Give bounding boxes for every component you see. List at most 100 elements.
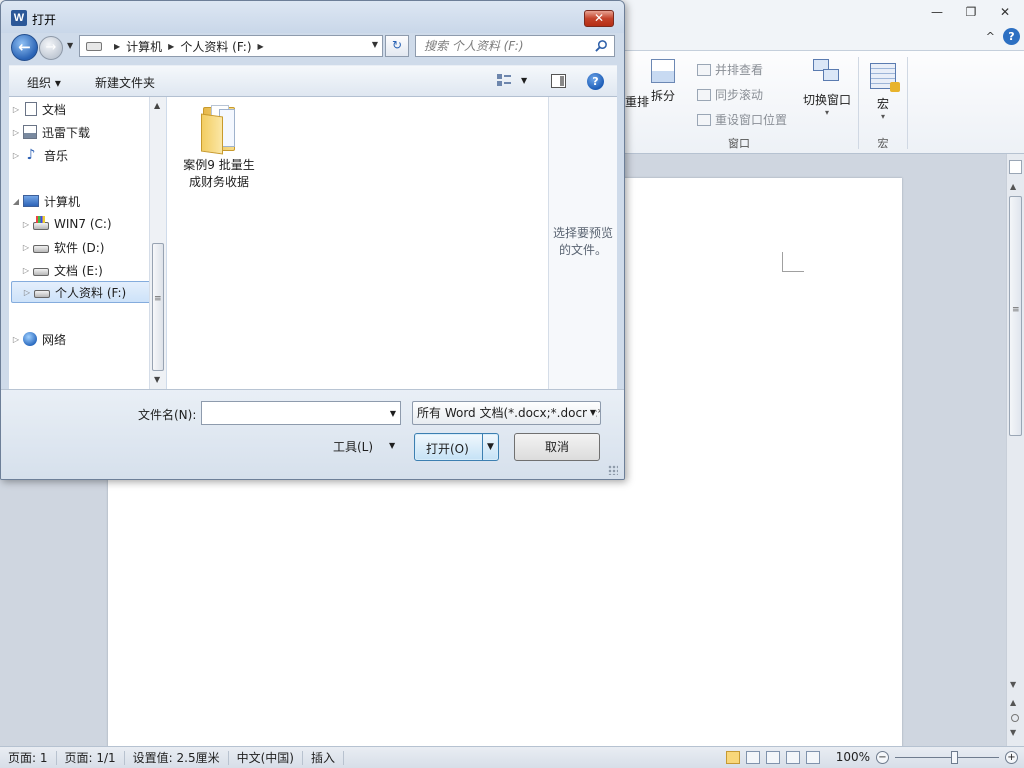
open-options-dropdown-icon[interactable]: ▼ (482, 434, 498, 460)
nav-item-downloads[interactable]: ▷ 迅雷下载 (9, 121, 149, 143)
scroll-down-icon[interactable]: ▼ (1010, 680, 1016, 689)
status-language[interactable]: 中文(中国) (229, 750, 303, 765)
sync-scroll-button[interactable]: 同步滚动 (697, 86, 763, 103)
status-page-count[interactable]: 页面: 1/1 (57, 750, 125, 765)
status-setting[interactable]: 设置值: 2.5厘米 (125, 750, 229, 765)
folder-item[interactable]: 案例9 批量生成财务收据 (181, 103, 257, 191)
preview-pane-icon[interactable] (551, 74, 566, 88)
zoom-in-icon[interactable]: + (1005, 750, 1018, 764)
open-button-label: 打开(O) (426, 442, 469, 456)
nav-item-drive-f[interactable]: ▷ 个人资料 (F:) (11, 281, 151, 303)
open-button[interactable]: 打开(O) ▼ (414, 433, 499, 461)
nav-item-computer[interactable]: ◢ 计算机 (9, 190, 149, 212)
side-by-side-button[interactable]: 并排查看 (697, 61, 763, 78)
collapse-ribbon-icon[interactable]: ^ (986, 30, 995, 43)
next-page-icon[interactable]: ▼ (1010, 728, 1016, 737)
organize-button[interactable]: 组织 ▾ (27, 74, 61, 91)
expand-triangle-icon[interactable]: ▷ (9, 105, 23, 114)
view-options-dropdown-icon[interactable]: ▼ (521, 76, 527, 85)
address-dropdown-icon[interactable]: ▼ (372, 40, 378, 49)
expand-triangle-icon[interactable]: ▷ (9, 128, 23, 137)
draft-view-icon[interactable] (805, 750, 820, 764)
scroll-down-icon[interactable]: ▼ (154, 375, 160, 384)
nav-item-drive-d[interactable]: ▷ 软件 (D:) (9, 236, 149, 258)
status-page[interactable]: 页面: 1 (0, 750, 57, 765)
preview-pane: 选择要预览的文件。 (548, 97, 617, 389)
reset-position-icon (697, 113, 711, 126)
zoom-slider[interactable] (895, 750, 999, 764)
drive-icon (33, 245, 49, 253)
previous-page-icon[interactable]: ▲ (1010, 698, 1016, 707)
outline-view-icon[interactable] (785, 750, 800, 764)
zoom-out-icon[interactable]: − (876, 750, 889, 764)
dialog-close-button[interactable]: ✕ (584, 10, 614, 27)
breadcrumb-drive-f[interactable]: 个人资料 (F:) (180, 38, 251, 55)
web-layout-icon[interactable] (765, 750, 780, 764)
filename-combobox[interactable]: ▼ (201, 401, 401, 425)
zoom-level[interactable]: 100% (836, 750, 870, 764)
expand-triangle-icon[interactable]: ▷ (20, 288, 34, 297)
scroll-thumb[interactable] (152, 243, 164, 371)
minimize-button[interactable]: — (926, 2, 948, 22)
search-input[interactable] (416, 36, 592, 56)
nav-item-drive-e[interactable]: ▷ 文档 (E:) (9, 259, 149, 281)
split-icon (651, 59, 675, 83)
chevron-right-icon[interactable]: ▶ (168, 42, 174, 51)
folder-icon (199, 103, 239, 155)
nav-item-documents[interactable]: ▷ 文档 (9, 98, 149, 120)
search-icon[interactable] (595, 39, 608, 52)
group-label-macro: 宏 (877, 137, 889, 150)
help-icon[interactable]: ? (587, 73, 604, 90)
expand-triangle-icon[interactable]: ▷ (9, 151, 23, 160)
refresh-button[interactable]: ↻ (385, 35, 409, 57)
filetype-value: 所有 Word 文档(*.docx;*.docm;*.dotx;*.dotm;*… (417, 406, 600, 420)
recent-pages-dropdown-icon[interactable]: ▼ (67, 41, 73, 50)
tools-dropdown-icon[interactable]: ▼ (389, 441, 395, 450)
arrange-all-button[interactable]: 重排 (625, 93, 649, 110)
chevron-right-icon[interactable]: ▶ (258, 42, 264, 51)
expand-triangle-icon[interactable]: ▷ (9, 335, 23, 344)
resize-grip-icon[interactable] (608, 465, 618, 475)
dialog-title: 打开 (32, 13, 57, 27)
scroll-thumb[interactable] (1009, 196, 1022, 436)
cancel-button[interactable]: 取消 (514, 433, 600, 461)
restore-button[interactable]: ❐ (960, 2, 982, 22)
zoom-slider-thumb[interactable] (951, 750, 958, 764)
nav-item-music[interactable]: ▷ ♪ 音乐 (9, 144, 149, 166)
collapse-triangle-icon[interactable]: ◢ (9, 197, 23, 206)
filetype-select[interactable]: 所有 Word 文档(*.docx;*.docm;*.dotx;*.dotm;*… (412, 401, 601, 425)
nav-item-network[interactable]: ▷ 网络 (9, 328, 149, 350)
split-button[interactable]: 拆分 (648, 59, 678, 104)
print-layout-view-icon[interactable] (725, 750, 740, 764)
status-insert-mode[interactable]: 插入 (303, 750, 345, 765)
macro-button[interactable]: 宏 ▾ (868, 63, 900, 121)
ruler-toggle-icon[interactable] (1009, 160, 1022, 174)
nav-pane-scrollbar[interactable]: ▲ ▼ (149, 97, 166, 389)
new-folder-button[interactable]: 新建文件夹 (95, 74, 155, 91)
expand-triangle-icon[interactable]: ▷ (19, 220, 33, 229)
select-browse-object-icon[interactable] (1011, 714, 1019, 722)
scroll-up-icon[interactable]: ▲ (1010, 182, 1016, 191)
tools-button[interactable]: 工具(L) (333, 438, 373, 455)
forward-button[interactable]: → (39, 36, 63, 60)
filename-input[interactable] (202, 402, 382, 424)
change-view-icon[interactable] (497, 74, 511, 87)
nav-item-drive-c[interactable]: ▷ WIN7 (C:) (9, 213, 149, 235)
scroll-up-icon[interactable]: ▲ (154, 101, 160, 110)
chevron-right-icon[interactable]: ▶ (114, 42, 120, 51)
filetype-dropdown-icon[interactable]: ▼ (586, 402, 596, 424)
full-screen-reading-icon[interactable] (745, 750, 760, 764)
address-bar[interactable]: ▶ 计算机 ▶ 个人资料 (F:) ▶ ▼ (79, 35, 383, 57)
switch-window-button[interactable]: 切换窗口 ▾ (801, 59, 853, 117)
close-window-button[interactable]: ✕ (994, 2, 1016, 22)
expand-triangle-icon[interactable]: ▷ (19, 243, 33, 252)
breadcrumb-computer[interactable]: 计算机 (126, 38, 162, 55)
vertical-scrollbar[interactable]: ▲ ▼ ▲ ▼ (1006, 154, 1024, 746)
expand-triangle-icon[interactable]: ▷ (19, 266, 33, 275)
back-button[interactable]: ← (11, 34, 38, 61)
filename-dropdown-icon[interactable]: ▼ (390, 409, 396, 418)
dialog-titlebar[interactable]: W 打开 ✕ (1, 1, 624, 33)
search-box[interactable] (415, 35, 615, 57)
reset-position-button[interactable]: 重设窗口位置 (697, 111, 787, 128)
help-icon[interactable]: ? (1003, 28, 1020, 45)
